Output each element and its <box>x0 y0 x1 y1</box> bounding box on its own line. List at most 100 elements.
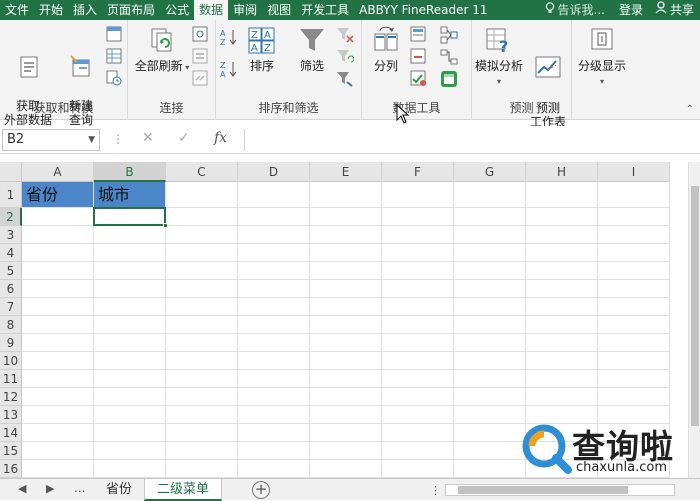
cell-c1[interactable] <box>166 182 238 208</box>
cell-b15[interactable] <box>94 442 166 460</box>
tab-page-layout[interactable]: 页面布局 <box>102 0 160 20</box>
advanced-filter-icon[interactable] <box>336 70 354 88</box>
cell-c3[interactable] <box>166 226 238 244</box>
horizontal-scrollbar[interactable] <box>445 484 675 496</box>
cell-e15[interactable] <box>310 442 382 460</box>
cell-c16[interactable] <box>166 460 238 478</box>
cell-a5[interactable] <box>22 262 94 280</box>
cell-e6[interactable] <box>310 280 382 298</box>
row-header-5[interactable]: 5 <box>0 262 22 280</box>
cell-f3[interactable] <box>382 226 454 244</box>
cell-f2[interactable] <box>382 208 454 226</box>
vertical-scroll-thumb[interactable] <box>691 186 699 426</box>
cell-d4[interactable] <box>238 244 310 262</box>
column-header-a[interactable]: A <box>22 162 94 182</box>
cell-i7[interactable] <box>598 298 670 316</box>
tab-file[interactable]: 文件 <box>0 0 34 20</box>
column-header-f[interactable]: F <box>382 162 454 182</box>
cell-e8[interactable] <box>310 316 382 334</box>
cell-g13[interactable] <box>454 406 526 424</box>
cell-i2[interactable] <box>598 208 670 226</box>
cell-d5[interactable] <box>238 262 310 280</box>
column-header-g[interactable]: G <box>454 162 526 182</box>
row-header-10[interactable]: 10 <box>0 352 22 370</box>
cell-c11[interactable] <box>166 370 238 388</box>
cell-h3[interactable] <box>526 226 598 244</box>
cell-c4[interactable] <box>166 244 238 262</box>
cell-g5[interactable] <box>454 262 526 280</box>
cell-e2[interactable] <box>310 208 382 226</box>
column-header-e[interactable]: E <box>310 162 382 182</box>
add-sheet-button[interactable]: + <box>252 481 270 499</box>
cell-h6[interactable] <box>526 280 598 298</box>
cell-g1[interactable] <box>454 182 526 208</box>
show-queries-icon[interactable] <box>106 26 124 44</box>
cell-d13[interactable] <box>238 406 310 424</box>
cell-b3[interactable] <box>94 226 166 244</box>
cell-g4[interactable] <box>454 244 526 262</box>
cancel-icon[interactable]: ✕ <box>142 130 154 146</box>
cell-f4[interactable] <box>382 244 454 262</box>
flash-fill-icon[interactable] <box>410 26 428 44</box>
row-header-16[interactable]: 16 <box>0 460 22 478</box>
data-validation-icon[interactable] <box>410 70 428 88</box>
cell-c7[interactable] <box>166 298 238 316</box>
enter-icon[interactable]: ✓ <box>178 130 190 146</box>
row-header-6[interactable]: 6 <box>0 280 22 298</box>
cell-f14[interactable] <box>382 424 454 442</box>
cell-g14[interactable] <box>454 424 526 442</box>
row-header-15[interactable]: 15 <box>0 442 22 460</box>
cell-b12[interactable] <box>94 388 166 406</box>
column-header-i[interactable]: I <box>598 162 670 182</box>
cell-b5[interactable] <box>94 262 166 280</box>
cell-c6[interactable] <box>166 280 238 298</box>
cell-b11[interactable] <box>94 370 166 388</box>
cell-e9[interactable] <box>310 334 382 352</box>
cell-a4[interactable] <box>22 244 94 262</box>
what-if-analysis-button[interactable]: ? 模拟分析 ▾ <box>472 26 526 89</box>
cell-b16[interactable] <box>94 460 166 478</box>
sheet-tab-secondary-menu[interactable]: 二级菜单 <box>144 479 223 501</box>
cell-g16[interactable] <box>454 460 526 478</box>
select-all-corner[interactable] <box>0 162 22 182</box>
tab-review[interactable]: 审阅 <box>228 0 262 20</box>
cell-c13[interactable] <box>166 406 238 424</box>
tab-home[interactable]: 开始 <box>34 0 68 20</box>
cell-b6[interactable] <box>94 280 166 298</box>
edit-links-icon[interactable] <box>192 70 210 88</box>
sort-button[interactable]: ZAAZ 排序 <box>244 26 280 73</box>
tab-abbyy[interactable]: ABBYY FineReader 11 <box>354 0 492 20</box>
cell-b8[interactable] <box>94 316 166 334</box>
cell-e7[interactable] <box>310 298 382 316</box>
text-to-columns-button[interactable]: 分列 <box>366 26 406 73</box>
cell-g10[interactable] <box>454 352 526 370</box>
fill-handle[interactable] <box>163 223 168 228</box>
connections-icon[interactable] <box>192 26 210 44</box>
horizontal-scroll-thumb[interactable] <box>458 486 628 494</box>
row-header-12[interactable]: 12 <box>0 388 22 406</box>
tab-data[interactable]: 数据 <box>194 0 229 20</box>
cell-h1[interactable] <box>526 182 598 208</box>
cell-d3[interactable] <box>238 226 310 244</box>
cell-h11[interactable] <box>526 370 598 388</box>
cell-c9[interactable] <box>166 334 238 352</box>
row-header-8[interactable]: 8 <box>0 316 22 334</box>
cell-g12[interactable] <box>454 388 526 406</box>
name-box-dropdown-icon[interactable]: ▼ <box>88 130 95 150</box>
row-header-7[interactable]: 7 <box>0 298 22 316</box>
consolidate-icon[interactable] <box>440 26 458 44</box>
prev-sheet-icon[interactable]: ◀ <box>18 482 26 495</box>
cell-g9[interactable] <box>454 334 526 352</box>
cell-a10[interactable] <box>22 352 94 370</box>
row-header-1[interactable]: 1 <box>0 182 22 208</box>
name-box[interactable]: B2 ▼ <box>2 129 100 151</box>
row-header-2[interactable]: 2 <box>0 208 22 226</box>
cell-e10[interactable] <box>310 352 382 370</box>
cell-d9[interactable] <box>238 334 310 352</box>
tab-formulas[interactable]: 公式 <box>160 0 194 20</box>
cell-c15[interactable] <box>166 442 238 460</box>
cell-b7[interactable] <box>94 298 166 316</box>
cell-i4[interactable] <box>598 244 670 262</box>
cell-e13[interactable] <box>310 406 382 424</box>
cell-i11[interactable] <box>598 370 670 388</box>
